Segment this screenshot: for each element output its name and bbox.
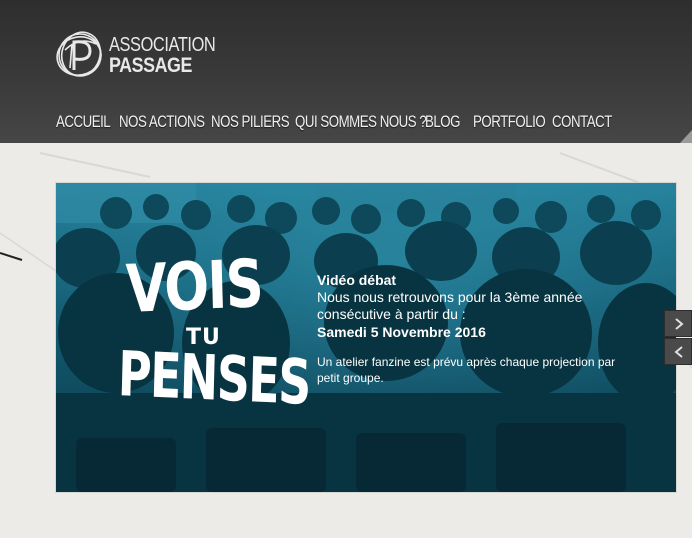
slide-line-1: Nous nous retrouvons pour la 3ème année <box>317 289 583 305</box>
chevron-left-icon <box>674 346 683 358</box>
nav-item-nos-piliers[interactable]: NOS PILIERS <box>211 112 290 132</box>
nav-item-portfolio[interactable]: PORTFOLIO <box>473 112 546 132</box>
title-art-word-3: PENSES <box>117 337 311 420</box>
site-header: ASSOCIATION PASSAGE ACCUEIL NOS ACTIONS … <box>0 0 692 143</box>
vois-tu-penses-title-art: VOIS TU PENSES <box>116 245 311 425</box>
nav-item-qui-sommes-nous[interactable]: QUI SOMMES NOUS ? <box>295 112 427 132</box>
title-art-word-1: VOIS <box>124 245 264 328</box>
nav-item-blog[interactable]: BLOG <box>425 112 460 132</box>
nav-item-accueil[interactable]: ACCUEIL <box>56 112 111 132</box>
hero-slider: VOIS TU PENSES Vidéo débat Nous nous ret… <box>56 183 676 492</box>
slide-heading: Vidéo débat <box>317 272 397 288</box>
slide-line-2: consécutive à partir du : <box>317 306 466 322</box>
nav-item-nos-actions[interactable]: NOS ACTIONS <box>119 112 205 132</box>
nav-item-contact[interactable]: CONTACT <box>552 112 612 132</box>
slide-note: Un atelier fanzine est prévu après chaqu… <box>317 355 616 385</box>
slide-date: Samedi 5 Novembre 2016 <box>317 324 486 340</box>
slider-prev-button[interactable] <box>664 338 692 365</box>
brand-line-2: PASSAGE <box>109 54 192 77</box>
passage-logo-icon <box>56 31 102 77</box>
slider-next-button[interactable] <box>664 310 692 337</box>
slide-caption: Vidéo débat Nous nous retrouvons pour la… <box>317 271 647 386</box>
site-logo[interactable]: ASSOCIATION PASSAGE <box>56 30 226 82</box>
header-corner-fold <box>680 130 692 143</box>
chevron-right-icon <box>675 318 684 330</box>
